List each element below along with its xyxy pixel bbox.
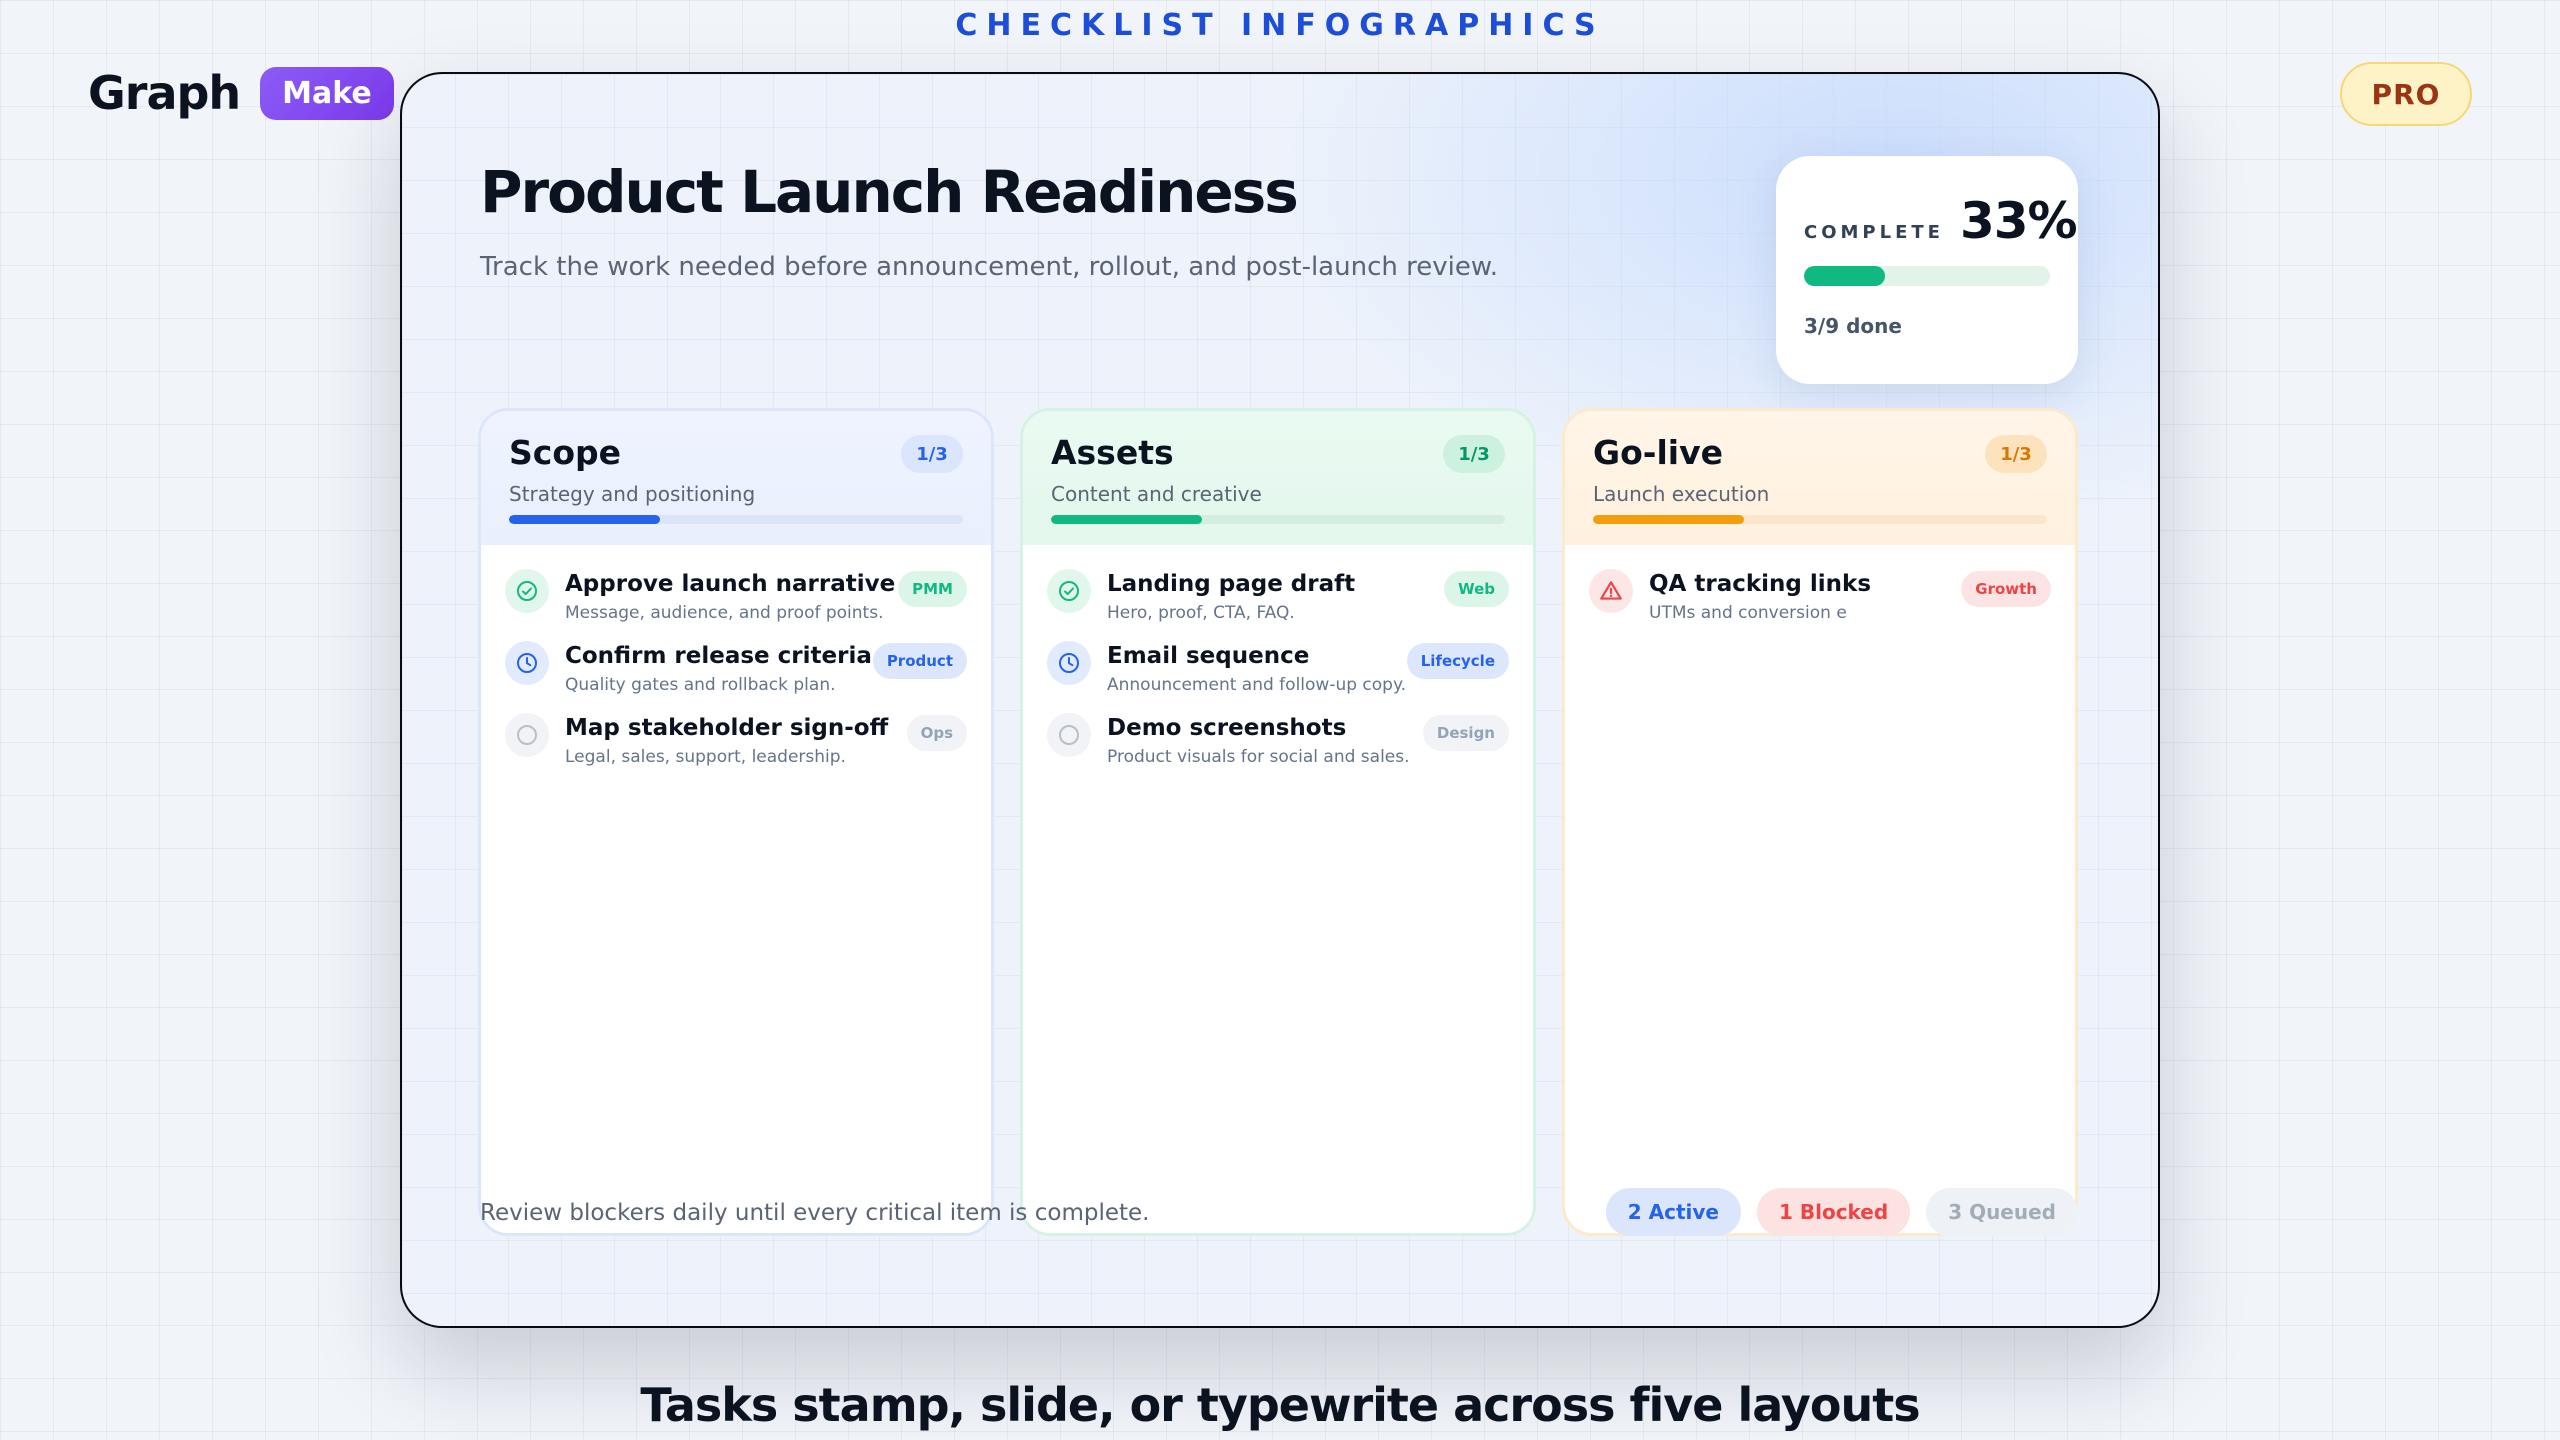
column-header: Assets Content and creative 1/3 <box>1023 411 1533 545</box>
caption: Tasks stamp, slide, or typewrite across … <box>640 1378 1920 1432</box>
empty-circle-icon[interactable] <box>505 713 549 757</box>
column-scope: Scope Strategy and positioning 1/3 Appro… <box>478 408 994 1236</box>
column-progress-track <box>1593 515 2047 524</box>
column-title: Assets <box>1051 433 1174 472</box>
column-progress-track <box>509 515 963 524</box>
clock-icon[interactable] <box>1047 641 1091 685</box>
column-count-badge: 1/3 <box>1985 435 2047 473</box>
column-count-badge: 1/3 <box>901 435 963 473</box>
progress-fill <box>1804 266 1886 286</box>
status-pill-blocked[interactable]: 1 Blocked <box>1756 1188 1911 1236</box>
brand-logo: Graph Make <box>88 66 394 120</box>
task-item[interactable]: QA tracking links UTMs and conversion e … <box>1589 569 2051 625</box>
progress-percent: 33% <box>1959 192 2078 250</box>
column-progress-fill <box>1051 515 1203 524</box>
task-tag: Design <box>1422 715 1509 751</box>
task-item[interactable]: Demo screenshots Product visuals for soc… <box>1047 713 1509 769</box>
check-circle-icon[interactable] <box>505 569 549 613</box>
task-title: Landing page draft <box>1107 571 1356 597</box>
task-tag: Ops <box>906 715 967 751</box>
progress-track <box>1804 266 2050 286</box>
column-subtitle: Launch execution <box>1593 482 1770 506</box>
task-description: UTMs and conversion e <box>1649 603 1847 623</box>
task-list: Landing page draft Hero, proof, CTA, FAQ… <box>1023 545 1533 769</box>
task-title: Confirm release criteria <box>565 643 872 669</box>
task-item[interactable]: Landing page draft Hero, proof, CTA, FAQ… <box>1047 569 1509 625</box>
task-item[interactable]: Approve launch narrative Message, audien… <box>505 569 967 625</box>
column-subtitle: Content and creative <box>1051 482 1262 506</box>
column-progress-fill <box>509 515 661 524</box>
status-summary: 2 Active 1 Blocked 3 Queued <box>1605 1188 2078 1236</box>
task-title: Email sequence <box>1107 643 1310 669</box>
task-list: QA tracking links UTMs and conversion e … <box>1565 545 2075 625</box>
task-tag: Web <box>1444 571 1509 607</box>
column-progress-track <box>1051 515 1505 524</box>
page-subtitle: Track the work needed before announcemen… <box>480 252 1498 282</box>
task-tag: Lifecycle <box>1406 643 1509 679</box>
brand-badge: Make <box>260 66 394 120</box>
task-item[interactable]: Confirm release criteria Quality gates a… <box>505 641 967 697</box>
column-header: Go-live Launch execution 1/3 <box>1565 411 2075 545</box>
task-title: Demo screenshots <box>1107 715 1347 741</box>
task-title: QA tracking links <box>1649 571 1872 597</box>
device-frame: Product Launch Readiness Track the work … <box>400 72 2160 1328</box>
task-tag: Product <box>872 643 967 679</box>
column-subtitle: Strategy and positioning <box>509 482 756 506</box>
task-description: Legal, sales, support, leadership. <box>565 747 846 767</box>
footer-note: Review blockers daily until every critic… <box>480 1200 1150 1226</box>
task-item[interactable]: Map stakeholder sign-off Legal, sales, s… <box>505 713 967 769</box>
progress-card: COMPLETE 33% 3/9 done <box>1776 156 2078 384</box>
column-count-badge: 1/3 <box>1443 435 1505 473</box>
column-header: Scope Strategy and positioning 1/3 <box>481 411 991 545</box>
pro-badge[interactable]: PRO <box>2340 62 2472 126</box>
progress-label: COMPLETE <box>1804 222 1944 243</box>
empty-circle-icon[interactable] <box>1047 713 1091 757</box>
infographic-header: CHECKLIST INFOGRAPHICS <box>955 8 1605 43</box>
task-description: Announcement and follow-up copy. <box>1107 675 1407 695</box>
task-description: Product visuals for social and sales. <box>1107 747 1410 767</box>
checklist-screen: Product Launch Readiness Track the work … <box>402 74 2158 1326</box>
status-pill-active[interactable]: 2 Active <box>1605 1188 1741 1236</box>
column-go-live: Go-live Launch execution 1/3 QA tracking… <box>1562 408 2078 1236</box>
column-title: Scope <box>509 433 622 472</box>
task-description: Quality gates and rollback plan. <box>565 675 836 695</box>
task-description: Message, audience, and proof points. <box>565 603 884 623</box>
page-title: Product Launch Readiness <box>480 158 1299 226</box>
column-title: Go-live <box>1593 433 1723 472</box>
warning-triangle-icon[interactable] <box>1589 569 1633 613</box>
task-description: Hero, proof, CTA, FAQ. <box>1107 603 1295 623</box>
task-list: Approve launch narrative Message, audien… <box>481 545 991 769</box>
column-assets: Assets Content and creative 1/3 Landing … <box>1020 408 1536 1236</box>
task-item[interactable]: Email sequence Announcement and follow-u… <box>1047 641 1509 697</box>
brand-name: Graph <box>88 66 241 120</box>
task-tag: Growth <box>1961 571 2051 607</box>
task-title: Approve launch narrative <box>565 571 896 597</box>
check-circle-icon[interactable] <box>1047 569 1091 613</box>
status-pill-queued[interactable]: 3 Queued <box>1926 1188 2078 1236</box>
clock-icon[interactable] <box>505 641 549 685</box>
task-title: Map stakeholder sign-off <box>565 715 889 741</box>
progress-done-count: 3/9 done <box>1804 314 1902 338</box>
task-tag: PMM <box>898 571 967 607</box>
column-progress-fill <box>1593 515 1745 524</box>
